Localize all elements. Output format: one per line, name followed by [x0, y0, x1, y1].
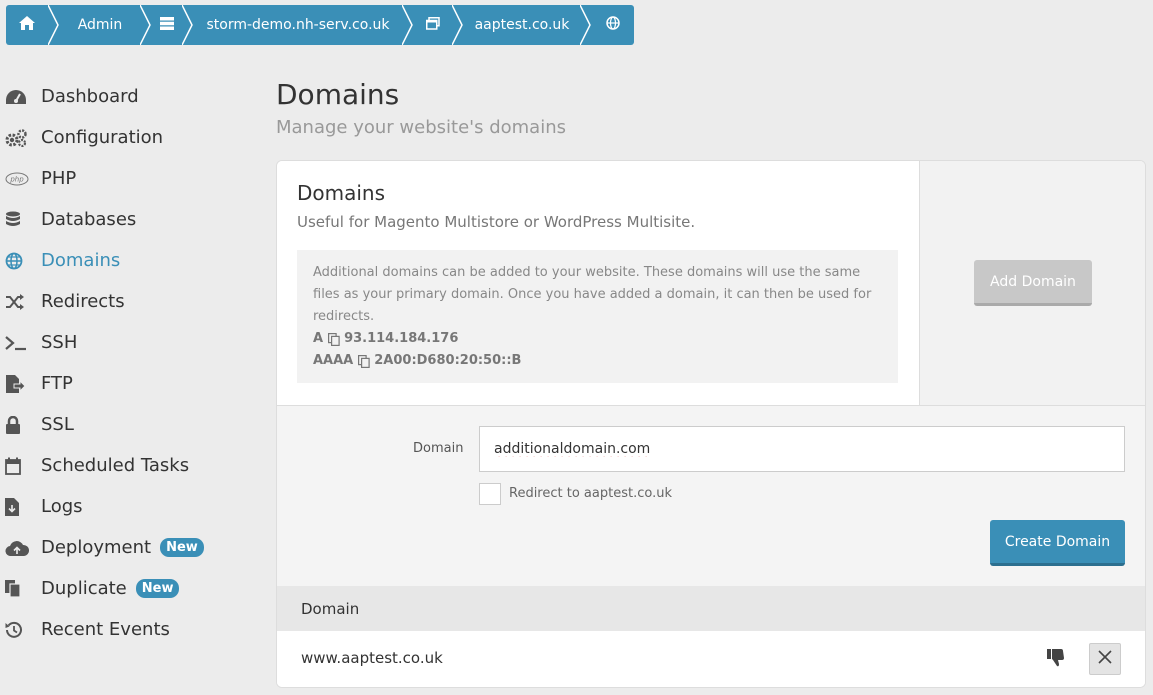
panel-title: Domains	[297, 181, 386, 205]
sidebar-item-label: SSH	[41, 332, 78, 353]
add-domain-form: Domain Redirect to aaptest.co.uk Create …	[277, 405, 1145, 586]
breadcrumb-separator	[580, 5, 592, 45]
server-icon	[160, 16, 174, 34]
column-header-domain: Domain	[301, 600, 360, 618]
panel-action-section: Add Domain	[919, 161, 1145, 405]
sidebar-item-configuration[interactable]: Configuration	[0, 117, 260, 158]
sidebar-item-label: Duplicate	[41, 578, 127, 599]
breadcrumb-admin[interactable]: Admin	[60, 5, 140, 45]
breadcrumb-separator	[452, 5, 464, 45]
breadcrumb-home[interactable]	[6, 5, 48, 45]
php-icon: php	[5, 169, 35, 189]
cogs-icon	[5, 128, 35, 148]
calendar-icon	[5, 456, 35, 476]
window-icon	[426, 16, 440, 34]
sidebar-item-label: Logs	[41, 496, 83, 517]
lock-icon	[5, 415, 35, 435]
record-type: AAAA	[313, 353, 354, 368]
add-domain-button[interactable]: Add Domain	[974, 260, 1092, 306]
page-title: Domains	[276, 78, 400, 111]
copy-icon[interactable]	[328, 332, 340, 346]
record-value: 2A00:D680:20:50::B	[374, 353, 522, 368]
breadcrumb-site[interactable]	[414, 5, 452, 45]
dns-record-a: A 93.114.184.176	[313, 328, 882, 350]
sidebar: Dashboard Configuration php PHP Database…	[0, 76, 260, 650]
new-badge: New	[135, 579, 180, 598]
domain-label: Domain	[413, 441, 464, 456]
sidebar-item-label: Databases	[41, 209, 137, 230]
dashboard-icon	[5, 87, 35, 107]
sidebar-item-redirects[interactable]: Redirects	[0, 281, 260, 322]
sidebar-item-label: SSL	[41, 414, 74, 435]
sidebar-item-deployment[interactable]: Deployment New	[0, 527, 260, 568]
breadcrumb-site-name[interactable]: aaptest.co.uk	[464, 5, 580, 45]
redirect-checkbox-label[interactable]: Redirect to aaptest.co.uk	[509, 486, 672, 501]
table-header: Domain	[277, 586, 1145, 631]
sidebar-item-label: Scheduled Tasks	[41, 455, 190, 476]
file-export-icon	[5, 374, 35, 394]
sidebar-item-label: Domains	[41, 250, 121, 271]
globe-icon	[5, 251, 35, 271]
domain-input[interactable]	[479, 426, 1125, 472]
breadcrumb-server[interactable]	[152, 5, 182, 45]
history-icon	[5, 620, 35, 640]
sidebar-item-label: Dashboard	[41, 86, 139, 107]
breadcrumb-site-label: aaptest.co.uk	[474, 17, 570, 33]
dns-record-aaaa: AAAA 2A00:D680:20:50::B	[313, 350, 882, 372]
shuffle-icon	[5, 292, 35, 312]
record-value: 93.114.184.176	[344, 331, 459, 346]
sidebar-item-label: Configuration	[41, 127, 164, 148]
home-icon	[19, 16, 35, 34]
sidebar-item-label: FTP	[41, 373, 73, 394]
breadcrumb-separator	[140, 5, 152, 45]
sidebar-item-recent-events[interactable]: Recent Events	[0, 609, 260, 650]
sidebar-item-domains[interactable]: Domains	[0, 240, 260, 281]
sidebar-item-label: Deployment	[41, 537, 152, 558]
sidebar-item-ssh[interactable]: SSH	[0, 322, 260, 363]
breadcrumb: Admin storm-demo.nh-serv.co.uk aaptest.c…	[6, 5, 634, 45]
database-icon	[5, 210, 35, 230]
sidebar-item-label: PHP	[41, 168, 77, 189]
svg-text:php: php	[9, 175, 24, 183]
sidebar-item-logs[interactable]: Logs	[0, 486, 260, 527]
domains-panel: Domains Useful for Magento Multistore or…	[276, 160, 1146, 688]
redirect-checkbox[interactable]	[479, 483, 501, 505]
breadcrumb-separator	[182, 5, 194, 45]
create-domain-button[interactable]: Create Domain	[990, 520, 1125, 566]
file-download-icon	[5, 497, 35, 517]
info-box: Additional domains can be added to your …	[297, 250, 898, 383]
sidebar-item-scheduled-tasks[interactable]: Scheduled Tasks	[0, 445, 260, 486]
table-row: www.aaptest.co.uk	[277, 631, 1145, 687]
delete-domain-button[interactable]	[1089, 643, 1121, 675]
breadcrumb-separator	[48, 5, 60, 45]
breadcrumb-server-label: storm-demo.nh-serv.co.uk	[206, 17, 390, 33]
breadcrumb-separator	[402, 5, 414, 45]
breadcrumb-server-name[interactable]: storm-demo.nh-serv.co.uk	[194, 5, 402, 45]
new-badge: New	[160, 538, 204, 557]
copy-icon	[5, 579, 35, 599]
page-subtitle: Manage your website's domains	[276, 117, 566, 138]
sidebar-item-ftp[interactable]: FTP	[0, 363, 260, 404]
globe-icon	[606, 16, 620, 34]
sidebar-item-databases[interactable]: Databases	[0, 199, 260, 240]
domain-cell: www.aaptest.co.uk	[301, 649, 443, 667]
copy-icon[interactable]	[358, 354, 370, 368]
sidebar-item-dashboard[interactable]: Dashboard	[0, 76, 260, 117]
panel-info-section: Domains Useful for Magento Multistore or…	[277, 161, 919, 405]
breadcrumb-domains[interactable]	[592, 5, 634, 45]
thumbs-down-icon[interactable]	[1047, 649, 1065, 671]
close-icon	[1098, 650, 1112, 668]
sidebar-item-duplicate[interactable]: Duplicate New	[0, 568, 260, 609]
record-type: A	[313, 331, 324, 346]
sidebar-item-label: Redirects	[41, 291, 125, 312]
breadcrumb-admin-label: Admin	[77, 17, 123, 33]
info-text: Additional domains can be added to your …	[313, 265, 872, 324]
sidebar-item-php[interactable]: php PHP	[0, 158, 260, 199]
sidebar-item-label: Recent Events	[41, 619, 170, 640]
sidebar-item-ssl[interactable]: SSL	[0, 404, 260, 445]
cloud-upload-icon	[5, 538, 35, 558]
panel-subtitle: Useful for Magento Multistore or WordPre…	[297, 213, 696, 231]
terminal-icon	[5, 333, 35, 353]
